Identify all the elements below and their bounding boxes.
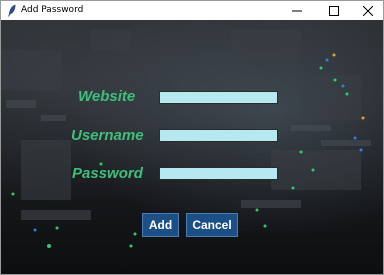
username-input[interactable] (159, 129, 278, 142)
form-background: Website Username Password Add Cancel (1, 20, 383, 274)
add-password-window: Add Password Website Username Password A… (0, 0, 384, 275)
website-input[interactable] (159, 91, 278, 104)
maximize-button[interactable] (317, 1, 351, 20)
cancel-button[interactable]: Cancel (186, 213, 238, 237)
feather-icon (8, 4, 16, 17)
title-bar[interactable]: Add Password (1, 1, 383, 20)
close-button[interactable] (351, 1, 383, 20)
close-icon (363, 5, 373, 16)
password-input[interactable] (159, 167, 278, 180)
maximize-icon (329, 5, 339, 16)
add-button[interactable]: Add (142, 213, 179, 237)
minimize-icon (292, 10, 302, 11)
minimize-button[interactable] (280, 1, 314, 20)
window-title: Add Password (21, 5, 84, 15)
password-label: Password (72, 165, 143, 182)
username-label: Username (71, 127, 144, 144)
website-label: Website (78, 88, 136, 105)
